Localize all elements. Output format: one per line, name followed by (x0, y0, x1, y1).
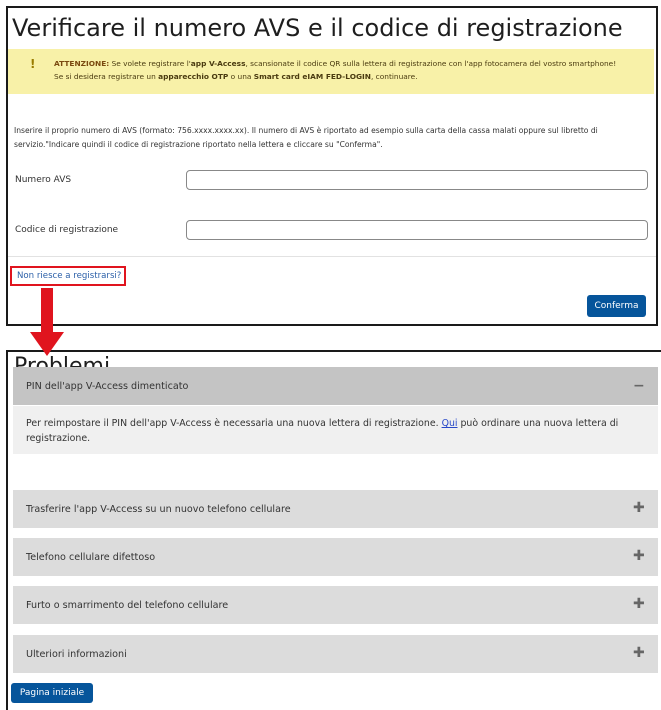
warning-text-line1: ATTENZIONE: Se volete registrare l'app V… (54, 59, 616, 68)
warning-text-bold: apparecchio OTP (158, 72, 229, 81)
accordion-label: Telefono cellulare difettoso (26, 552, 156, 563)
warning-text: Se volete registrare l' (109, 59, 191, 68)
avs-number-label: Numero AVS (15, 175, 72, 185)
instructions-text: Inserire il proprio numero di AVS (forma… (14, 126, 598, 135)
arrow-down-icon (30, 288, 64, 356)
confirm-button[interactable]: Conferma (587, 295, 646, 317)
accordion-label: PIN dell'app V-Access dimenticato (26, 381, 189, 392)
accordion-label: Trasferire l'app V-Access su un nuovo te… (26, 504, 291, 515)
plus-icon[interactable]: ✚ (633, 596, 645, 612)
order-letter-link[interactable]: Qui (442, 418, 458, 429)
divider (8, 256, 656, 257)
accordion-text: Per reimpostare il PIN dell'app V-Access… (26, 418, 442, 429)
warning-icon: ! (30, 57, 36, 71)
instructions-text: servizio."Indicare quindi il codice di r… (14, 140, 383, 149)
accordion-label: Furto o smarrimento del telefono cellula… (26, 600, 229, 611)
home-button[interactable]: Pagina iniziale (11, 683, 93, 703)
warning-text: , continuare. (370, 72, 418, 81)
warning-text: , scansionate il codice QR sulla lettera… (245, 59, 617, 68)
plus-icon[interactable]: ✚ (633, 548, 645, 564)
registration-code-label: Codice di registrazione (15, 225, 119, 235)
accordion-content-text: Per reimpostare il PIN dell'app V-Access… (26, 418, 618, 429)
warning-text: o una (228, 72, 254, 81)
registration-help-link[interactable]: Non riesce a registrarsi? (10, 266, 126, 286)
minus-icon[interactable]: − (633, 378, 645, 394)
accordion-content (13, 406, 658, 454)
warning-text-line2: Se si desidera registrare un apparecchio… (54, 72, 418, 81)
warning-text: Se si desidera registrare un (54, 72, 159, 81)
accordion-text: può ordinare una nuova lettera di (457, 418, 619, 429)
warning-text-bold: Smart card eIAM FED-LOGIN (253, 72, 371, 81)
plus-icon[interactable]: ✚ (633, 645, 645, 661)
warning-prefix: ATTENZIONE: (54, 59, 110, 68)
accordion-label: Ulteriori informazioni (26, 649, 127, 660)
accordion-content-text: registrazione. (26, 433, 91, 444)
registration-code-input[interactable] (186, 220, 648, 240)
page-title: Verificare il numero AVS e il codice di … (12, 14, 623, 42)
warning-text-bold: app V-Access (190, 59, 246, 68)
plus-icon[interactable]: ✚ (633, 500, 645, 516)
avs-number-input[interactable] (186, 170, 648, 190)
